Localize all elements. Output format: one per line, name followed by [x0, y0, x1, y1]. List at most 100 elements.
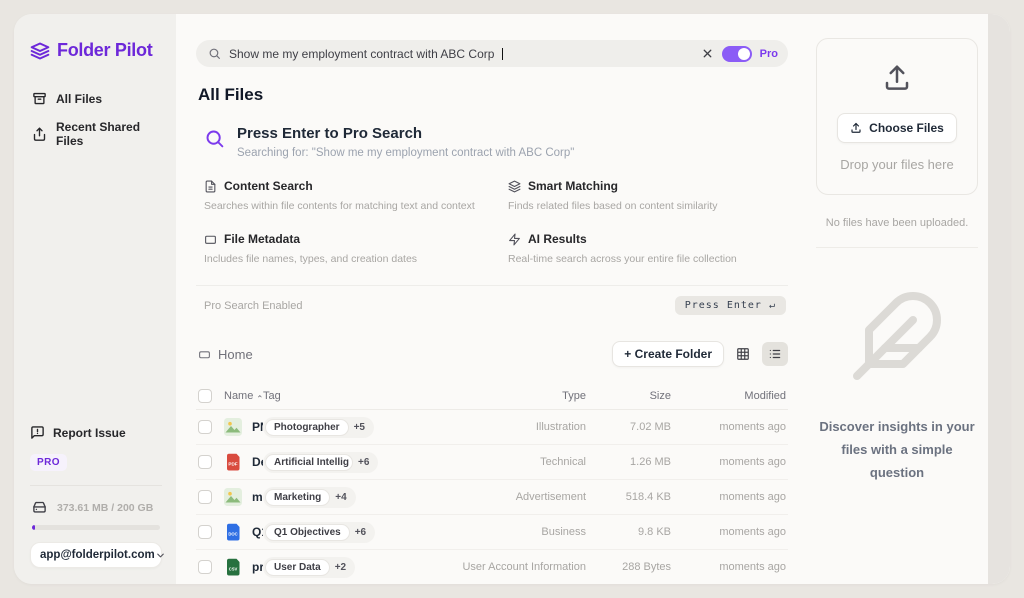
scrollbar-track[interactable]: [988, 14, 1010, 584]
column-header-tag: Tag: [263, 390, 448, 402]
file-name: Q1 Team...: [252, 525, 263, 539]
table-row[interactable]: DOC Q1 Team... Q1 Objectives+6 Business …: [196, 515, 788, 550]
search-bar[interactable]: Show me my employment contract with ABC …: [196, 40, 788, 67]
account-dropdown[interactable]: app@folderpilot.com: [30, 542, 162, 568]
layers-logo-icon: [30, 41, 50, 61]
storage-text: 373.61 MB / 200 GB: [57, 502, 153, 514]
file-name: DeepSeek_R1.pdf: [252, 455, 263, 469]
app-title: Folder Pilot: [57, 40, 152, 61]
svg-text:CSV: CSV: [229, 567, 238, 572]
pro-toggle-label: Pro: [760, 48, 778, 60]
column-header-size: Size: [588, 390, 673, 402]
feature-desc: Includes file names, types, and creation…: [204, 253, 484, 265]
table-header: Name Tag Type Size Modified: [196, 383, 788, 410]
message-alert-icon: [30, 425, 45, 440]
empty-uploads-message: No files have been uploaded.: [816, 195, 978, 248]
zap-icon: [508, 233, 521, 246]
search-input[interactable]: Show me my employment contract with ABC …: [229, 47, 494, 61]
sidebar-item-all-files[interactable]: All Files: [30, 85, 162, 112]
create-folder-button[interactable]: + Create Folder: [612, 341, 724, 367]
report-issue-button[interactable]: Report Issue: [30, 425, 162, 440]
app-window: Folder Pilot All Files Recent Shared Fil…: [14, 14, 1010, 584]
clear-search-icon[interactable]: [701, 47, 714, 60]
file-type: Technical: [448, 456, 588, 468]
pro-search-title: Press Enter to Pro Search: [237, 125, 574, 142]
toggle-knob: [738, 48, 750, 60]
column-header-name[interactable]: Name: [224, 390, 263, 402]
main-content: Show me my employment contract with ABC …: [176, 14, 806, 584]
column-header-modified: Modified: [673, 390, 788, 402]
chevron-down-icon: [155, 550, 166, 561]
account-email: app@folderpilot.com: [40, 549, 155, 561]
table-row[interactable]: PNG_Test.png Photographer+5 Illustration…: [196, 410, 788, 445]
feature-desc: Searches within file contents for matchi…: [204, 200, 484, 212]
tag-pill[interactable]: Artificial Intellig+6: [263, 452, 378, 473]
feature-title: File Metadata: [224, 232, 300, 246]
feature-file-metadata: File Metadata Includes file names, types…: [204, 232, 484, 265]
sidebar: Folder Pilot All Files Recent Shared Fil…: [14, 14, 176, 584]
plan-badge: PRO: [30, 454, 67, 471]
row-checkbox[interactable]: [198, 525, 212, 539]
square-icon: [204, 233, 217, 246]
file-size: 9.8 KB: [588, 526, 673, 538]
row-checkbox[interactable]: [198, 420, 212, 434]
list-view-button[interactable]: [762, 342, 788, 366]
pro-toggle[interactable]: [722, 46, 752, 62]
file-table: Name Tag Type Size Modified PNG_Test.png: [196, 383, 788, 584]
row-checkbox[interactable]: [198, 560, 212, 574]
breadcrumb[interactable]: Home: [198, 347, 253, 362]
row-checkbox[interactable]: [198, 490, 212, 504]
upload-small-icon: [850, 122, 862, 134]
feature-content-search: Content Search Searches within file cont…: [204, 179, 484, 212]
sidebar-item-label: All Files: [56, 92, 102, 106]
storage-usage: 373.61 MB / 200 GB: [30, 500, 162, 515]
tag-pill[interactable]: Marketing+4: [263, 487, 356, 508]
file-size: 288 Bytes: [588, 561, 673, 573]
feature-title: Content Search: [224, 179, 313, 193]
tag-pill[interactable]: User Data+2: [263, 557, 355, 578]
feature-desc: Real-time search across your entire file…: [508, 253, 788, 265]
file-modified: moments ago: [673, 421, 788, 433]
grid-view-button[interactable]: [730, 342, 756, 366]
pro-search-subtitle: Searching for: "Show me my employment co…: [237, 147, 574, 159]
file-modified: moments ago: [673, 526, 788, 538]
tag-pill[interactable]: Photographer+5: [263, 417, 374, 438]
press-enter-button[interactable]: Press Enter ↵: [675, 296, 786, 315]
table-row[interactable]: CSV profiles_rows.csv User Data+2 User A…: [196, 550, 788, 584]
select-all-checkbox[interactable]: [198, 389, 212, 403]
row-checkbox[interactable]: [198, 455, 212, 469]
feature-smart-matching: Smart Matching Finds related files based…: [508, 179, 788, 212]
table-row[interactable]: marketing+campaign. Marketing+4 Advertis…: [196, 480, 788, 515]
file-name: PNG_Test.png: [252, 420, 263, 434]
insights-text: Discover insights in your files with a s…: [817, 416, 977, 484]
file-modified: moments ago: [673, 491, 788, 503]
report-issue-label: Report Issue: [53, 426, 126, 440]
file-type: User Account Information: [448, 561, 588, 573]
insights-prompt: Discover insights in your files with a s…: [816, 288, 978, 484]
upload-dropzone[interactable]: Choose Files Drop your files here: [816, 38, 978, 195]
tag-pill[interactable]: Q1 Objectives+6: [263, 522, 375, 543]
table-row[interactable]: PDF DeepSeek_R1.pdf Artificial Intellig+…: [196, 445, 788, 480]
storage-progress-fill: [32, 525, 35, 530]
file-modified: moments ago: [673, 456, 788, 468]
hard-drive-icon: [32, 500, 47, 515]
image-file-icon: [224, 488, 242, 506]
file-size: 7.02 MB: [588, 421, 673, 433]
search-accent-icon: [204, 128, 225, 159]
file-type: Illustration: [448, 421, 588, 433]
pro-search-status: Pro Search Enabled: [204, 300, 302, 312]
pdf-file-icon: PDF: [224, 453, 242, 471]
drop-hint: Drop your files here: [840, 157, 953, 172]
feature-title: Smart Matching: [528, 179, 618, 193]
layers-icon: [508, 180, 521, 193]
feature-ai-results: AI Results Real-time search across your …: [508, 232, 788, 265]
page-title: All Files: [198, 85, 788, 105]
choose-files-button[interactable]: Choose Files: [837, 113, 957, 143]
pro-search-panel: Press Enter to Pro Search Searching for:…: [196, 125, 788, 315]
breadcrumb-label: Home: [218, 347, 253, 362]
app-logo[interactable]: Folder Pilot: [30, 40, 162, 61]
sidebar-item-label: Recent Shared Files: [56, 120, 160, 148]
sidebar-item-recent-shared[interactable]: Recent Shared Files: [30, 114, 162, 154]
text-cursor: [502, 48, 503, 60]
feature-title: AI Results: [528, 232, 587, 246]
